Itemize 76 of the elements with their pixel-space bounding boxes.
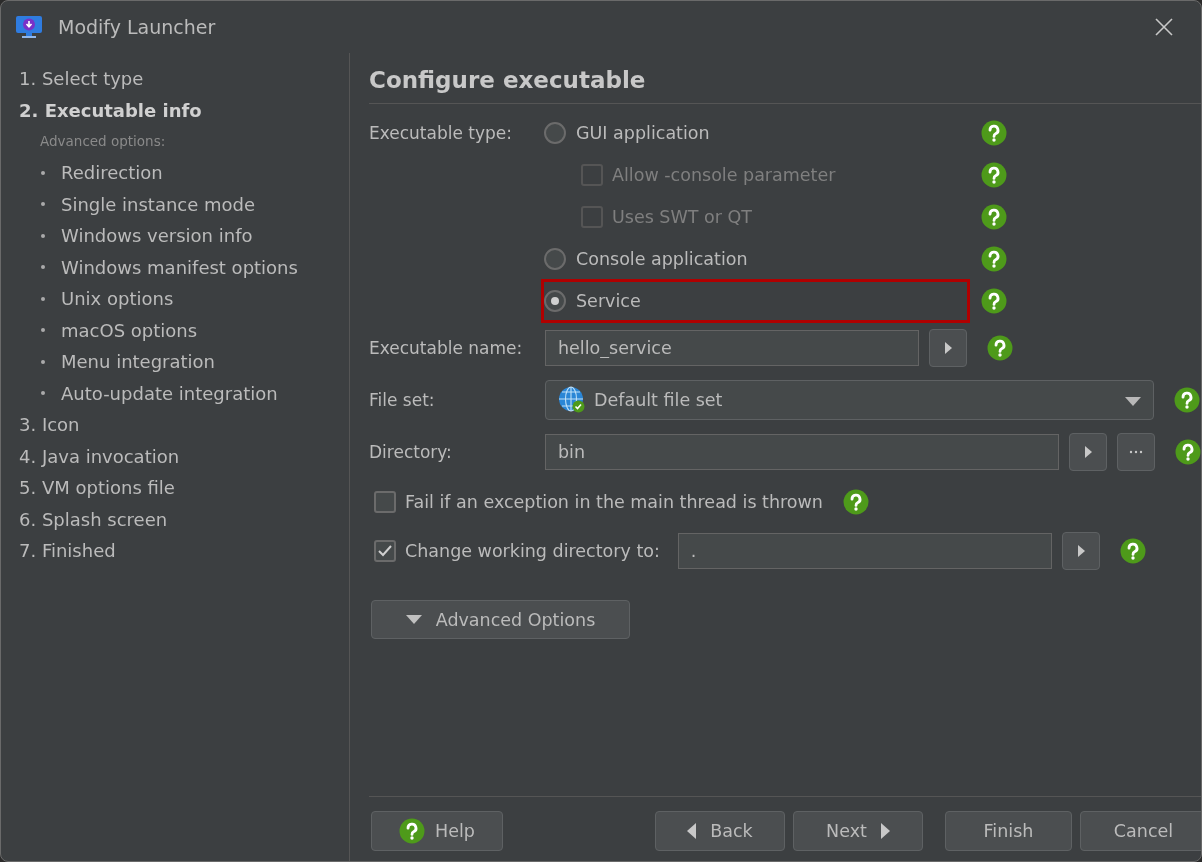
wizard-substep[interactable]: macOS options	[61, 319, 198, 341]
wizard-step[interactable]: 2. Executable info	[19, 94, 202, 126]
checkmark-icon	[377, 544, 393, 558]
dropdown-value: Default file set	[594, 390, 724, 410]
radio-button[interactable]	[544, 248, 566, 270]
help-icon[interactable]	[981, 288, 1007, 314]
bullet-icon	[41, 359, 45, 364]
file-set-dropdown[interactable]: Default file set	[545, 380, 1154, 420]
wizard-substep[interactable]: Single instance mode	[61, 193, 256, 215]
wizard-step[interactable]: 4. Java invocation	[19, 440, 180, 472]
bullet-icon	[41, 233, 45, 238]
page-heading: Configure executable	[369, 53, 1201, 104]
option-label[interactable]: GUI application	[576, 123, 710, 143]
insert-button[interactable]	[929, 329, 967, 367]
text-field[interactable]: .	[677, 533, 1052, 569]
back-button[interactable]: Back	[655, 811, 785, 851]
monitor-icon	[15, 15, 43, 39]
caret-icon	[405, 615, 422, 624]
right-arrow-icon	[880, 823, 890, 839]
insert-button[interactable]	[1061, 532, 1100, 570]
wizard-substep[interactable]: Windows manifest options	[61, 256, 298, 278]
wizard-step[interactable]: 7. Finished	[19, 535, 116, 567]
help-icon[interactable]	[981, 246, 1007, 272]
help-icon[interactable]	[981, 204, 1007, 230]
more-icon	[1129, 450, 1143, 454]
checkbox-label[interactable]: Change working directory to:	[405, 541, 660, 561]
wizard-step[interactable]: 1. Select type	[19, 63, 144, 95]
radio-button[interactable]	[544, 122, 566, 144]
field-label: Executable type:	[369, 123, 513, 143]
window-title: Modify Launcher	[58, 16, 217, 38]
wizard-step[interactable]: 6. Splash screen	[19, 503, 168, 535]
checkbox[interactable]	[374, 540, 396, 562]
left-arrow-icon	[687, 823, 697, 839]
option-label[interactable]: Console application	[576, 249, 748, 269]
wizard-substep[interactable]: Auto-update integration	[61, 382, 278, 404]
dialog-button[interactable]: Finish	[945, 811, 1072, 851]
bullet-icon	[41, 391, 45, 396]
checkbox-label[interactable]: Fail if an exception in the main thread is thrown	[405, 491, 823, 512]
field-label: Executable name:	[369, 338, 523, 358]
bullet-icon	[41, 202, 45, 207]
help-icon[interactable]	[1119, 538, 1146, 564]
help-icon	[399, 818, 426, 844]
checkbox[interactable]	[374, 490, 396, 513]
advanced-options-button[interactable]: Advanced Options	[371, 600, 630, 639]
bullet-icon	[41, 170, 45, 175]
bullet-icon	[41, 328, 45, 333]
globe-icon	[558, 386, 586, 414]
help-icon[interactable]	[987, 335, 1013, 361]
play-icon	[1084, 446, 1092, 458]
insert-button[interactable]	[1069, 433, 1107, 471]
radio-button[interactable]	[544, 290, 566, 312]
next-button[interactable]: Next	[793, 811, 923, 851]
wizard-substep[interactable]: Windows version info	[61, 225, 253, 247]
play-icon	[944, 342, 952, 354]
close-icon[interactable]	[1155, 18, 1173, 36]
wizard-substep[interactable]: Unix options	[61, 288, 174, 310]
help-icon[interactable]	[1174, 387, 1200, 413]
wizard-step[interactable]: 3. Icon	[19, 409, 80, 441]
play-icon	[1076, 545, 1085, 557]
help-button[interactable]: Help	[371, 811, 503, 851]
section-label: Advanced options:	[39, 132, 166, 151]
bullet-icon	[41, 296, 45, 301]
dialog-button[interactable]: Cancel	[1080, 811, 1201, 851]
text-field[interactable]: bin	[545, 434, 1059, 470]
wizard-step[interactable]: 5. VM options file	[19, 472, 175, 504]
help-icon[interactable]	[981, 120, 1007, 146]
field-label: Directory:	[369, 442, 452, 462]
help-icon[interactable]	[981, 162, 1007, 188]
option-label[interactable]: Service	[576, 291, 641, 311]
wizard-substep[interactable]: Redirection	[61, 162, 163, 184]
field-label: File set:	[369, 390, 435, 410]
help-icon[interactable]	[1175, 439, 1201, 465]
text-field[interactable]: hello_service	[545, 330, 919, 366]
help-icon[interactable]	[842, 488, 869, 515]
bullet-icon	[41, 265, 45, 270]
wizard-substep[interactable]: Menu integration	[61, 351, 216, 373]
